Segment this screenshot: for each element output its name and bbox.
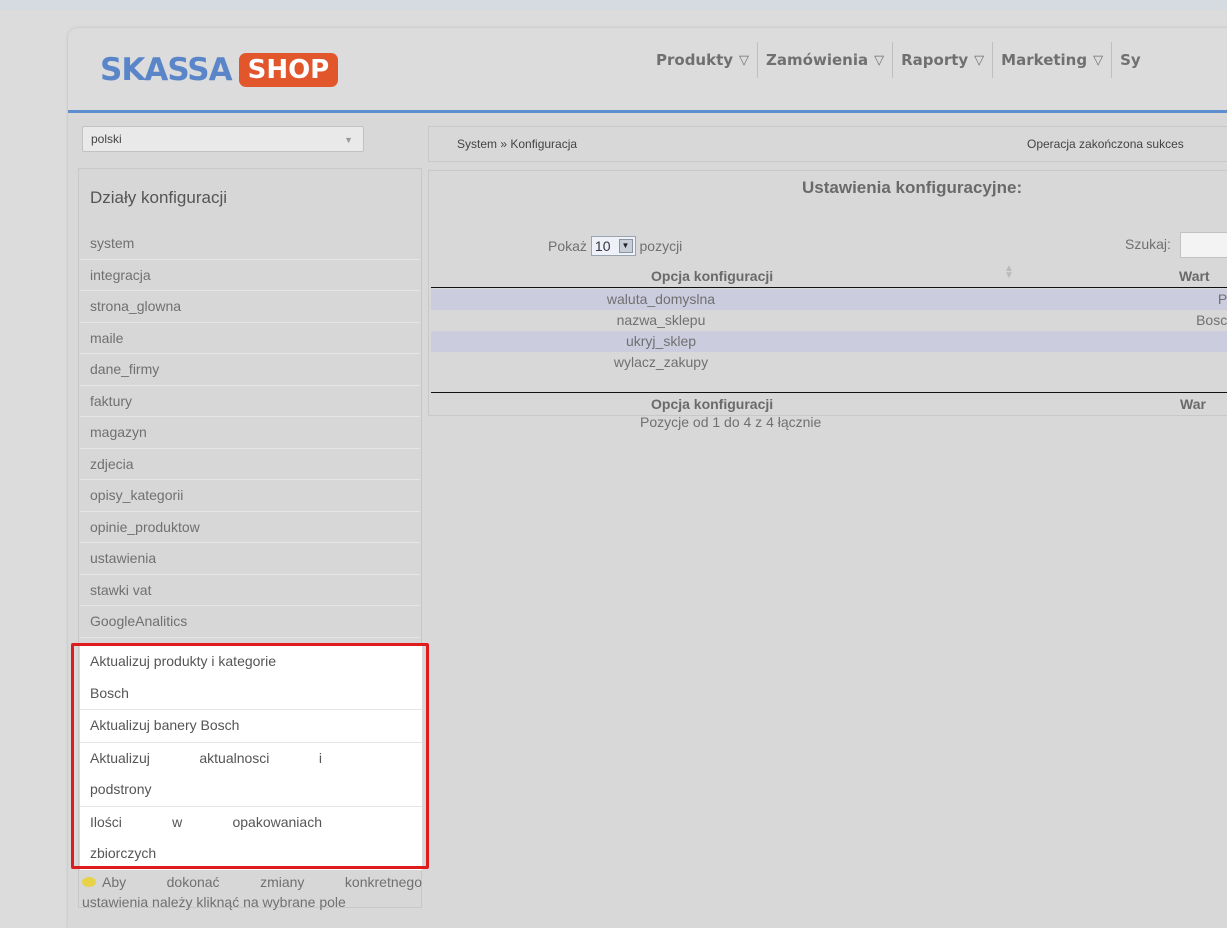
- sidebar-item-ustawienia[interactable]: ustawienia: [80, 543, 420, 575]
- chevron-down-icon: ▽: [974, 52, 985, 68]
- page-length-select[interactable]: 10 ▼: [590, 236, 636, 256]
- table-row[interactable]: waluta_domyslna PL: [431, 289, 1227, 310]
- column-header-option[interactable]: Opcja konfiguracji: [651, 268, 773, 284]
- table-row[interactable]: nazwa_sklepu Bosch: [431, 310, 1227, 331]
- word: Aby: [102, 874, 127, 890]
- dropdown-arrow-icon: ▼: [344, 135, 353, 145]
- hint-line2: ustawienia należy kliknąć na wybrane pol…: [82, 894, 346, 910]
- header-divider: [68, 110, 1227, 113]
- hint-first-word-wrap: Aby: [82, 872, 126, 892]
- lightbulb-icon: [82, 877, 96, 887]
- language-select[interactable]: polski ▼: [82, 126, 364, 152]
- search-input[interactable]: [1180, 232, 1227, 258]
- sidebar-item-maile[interactable]: maile: [80, 323, 420, 354]
- nav-system-label: Sy: [1120, 51, 1141, 69]
- column-footer-value: War: [1180, 396, 1206, 412]
- table-info: Pozycje od 1 do 4 z 4 łącznie: [640, 414, 822, 430]
- sidebar-item-google-analitics[interactable]: GoogleAnalitics: [80, 606, 420, 638]
- sidebar-item-opinie-produktow[interactable]: opinie_produktow: [80, 512, 420, 543]
- page-length-control: Pokaż 10 ▼ pozycji: [548, 236, 682, 256]
- cell-option: ukryj_sklep: [625, 333, 697, 349]
- sidebar-title: Działy konfiguracji: [90, 188, 227, 207]
- chevron-down-icon: ▽: [739, 52, 750, 68]
- show-suffix: pozycji: [639, 238, 683, 254]
- breadcrumb: System » Konfiguracja: [457, 137, 578, 151]
- browser-top-strip: [0, 0, 1227, 10]
- nav-zamowienia[interactable]: Zamówienia ▽: [758, 42, 894, 78]
- logo-skassa-text: SKASSA: [100, 52, 233, 88]
- red-highlight-box: [71, 643, 429, 869]
- nav-zamowienia-label: Zamówienia: [766, 51, 869, 69]
- config-section-list: system integracja strona_glowna maile da…: [80, 228, 420, 638]
- nav-raporty-label: Raporty: [901, 51, 969, 69]
- cell-option: nazwa_sklepu: [616, 312, 706, 328]
- sidebar-item-magazyn[interactable]: magazyn: [80, 417, 420, 449]
- table-header-rule: [431, 287, 1227, 288]
- word: dokonać: [166, 874, 220, 890]
- table-row[interactable]: ukryj_sklep (: [431, 331, 1227, 352]
- sidebar-item-dane-firmy[interactable]: dane_firmy: [80, 354, 420, 386]
- language-select-value: polski: [91, 132, 122, 146]
- cell-value: Bosch: [1196, 312, 1227, 328]
- skassa-shop-logo[interactable]: SKASSA SHOP: [100, 50, 339, 90]
- sidebar-item-faktury[interactable]: faktury: [80, 386, 420, 417]
- nav-produkty-label: Produkty: [656, 51, 734, 69]
- cell-value: PL: [1217, 291, 1227, 307]
- sidebar-item-stawki-vat[interactable]: stawki vat: [80, 575, 420, 606]
- cell-option: wylacz_zakupy: [613, 354, 709, 370]
- sidebar-item-opisy-kategorii[interactable]: opisy_kategorii: [80, 480, 420, 512]
- chevron-down-icon: ▽: [874, 52, 885, 68]
- nav-marketing[interactable]: Marketing ▽: [993, 42, 1113, 78]
- word: zmiany: [260, 874, 305, 890]
- word: konkretnego: [344, 874, 422, 890]
- table-row[interactable]: wylacz_zakupy (: [431, 352, 1227, 373]
- sidebar-item-system[interactable]: system: [80, 228, 420, 260]
- config-hint: Aby dokonać zmiany konkretnego ustawieni…: [82, 872, 422, 912]
- panel-title: Ustawienia konfiguracyjne:: [802, 178, 1023, 197]
- cell-option: waluta_domyslna: [606, 291, 716, 307]
- sidebar-item-integracja[interactable]: integracja: [80, 260, 420, 291]
- hint-line1: Aby dokonać zmiany konkretnego: [82, 872, 422, 892]
- show-label: Pokaż: [548, 238, 587, 254]
- column-footer-option: Opcja konfiguracji: [651, 396, 774, 412]
- nav-raporty[interactable]: Raporty ▽: [893, 42, 994, 78]
- dropdown-arrow-icon: ▼: [618, 239, 633, 253]
- column-header-value[interactable]: Wart: [1179, 268, 1210, 284]
- status-message: Operacja zakończona sukces: [1027, 137, 1184, 151]
- sidebar-item-zdjecia[interactable]: zdjecia: [80, 449, 420, 480]
- logo-shop-badge: SHOP: [238, 53, 339, 87]
- nav-marketing-label: Marketing: [1001, 51, 1088, 69]
- chevron-down-icon: ▽: [1093, 52, 1104, 68]
- search-label: Szukaj:: [1125, 236, 1171, 252]
- table-footer-rule: [431, 392, 1227, 393]
- page-length-value: 10: [594, 238, 611, 254]
- nav-produkty[interactable]: Produkty ▽: [648, 42, 759, 78]
- sort-icon[interactable]: ▲ ▼: [1004, 264, 1014, 281]
- main-nav: Produkty ▽ Zamówienia ▽ Raporty ▽ Marketing…: [648, 42, 1149, 78]
- sidebar-item-strona-glowna[interactable]: strona_glowna: [80, 291, 420, 323]
- nav-system[interactable]: Sy: [1112, 42, 1149, 78]
